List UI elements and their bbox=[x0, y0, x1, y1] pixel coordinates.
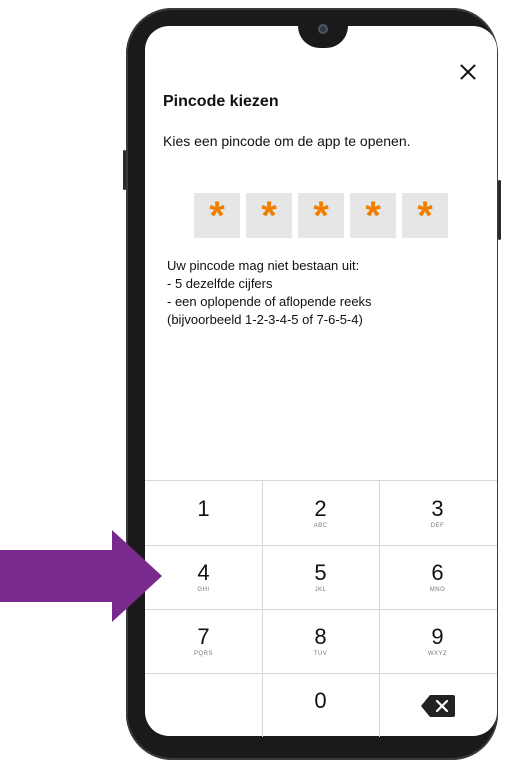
key-letters: PQRS bbox=[193, 650, 213, 657]
pin-rules: Uw pincode mag niet bestaan uit: - 5 dez… bbox=[167, 257, 372, 329]
key-number: 4 bbox=[197, 559, 210, 585]
pin-digit-2: * bbox=[246, 193, 292, 238]
key-number: 2 bbox=[314, 495, 327, 521]
backspace-button[interactable] bbox=[379, 674, 496, 737]
numeric-keypad: 1 2 ABC 3 DEF 4 GHI 5 JKL 6 MNO 7 PQRS 8… bbox=[145, 480, 497, 737]
pin-entry: * * * * * bbox=[194, 193, 448, 238]
pin-digit-5: * bbox=[402, 193, 448, 238]
key-3[interactable]: 3 DEF bbox=[379, 482, 496, 545]
rules-line: Uw pincode mag niet bestaan uit: bbox=[167, 258, 360, 273]
key-letters: GHI bbox=[197, 586, 210, 593]
volume-button bbox=[123, 150, 126, 190]
key-0[interactable]: 0 bbox=[262, 674, 379, 737]
key-number: 8 bbox=[314, 623, 327, 649]
pin-digit-4: * bbox=[350, 193, 396, 238]
key-letters: WXYZ bbox=[427, 650, 448, 657]
rules-line: - een oplopende of aflopende reeks bbox=[167, 294, 372, 309]
key-letters: ABC bbox=[313, 522, 328, 529]
key-4[interactable]: 4 GHI bbox=[145, 546, 262, 609]
pin-digit-1: * bbox=[194, 193, 240, 238]
pointer-arrow-icon bbox=[0, 528, 162, 629]
close-icon[interactable] bbox=[454, 58, 482, 86]
key-letters: MNO bbox=[429, 586, 446, 593]
key-1[interactable]: 1 bbox=[145, 482, 262, 545]
page-description: Kies een pincode om de app te openen. bbox=[163, 133, 411, 149]
key-number: 7 bbox=[197, 623, 210, 649]
key-number: 6 bbox=[431, 559, 444, 585]
key-9[interactable]: 9 WXYZ bbox=[379, 610, 496, 673]
page-title: Pincode kiezen bbox=[163, 93, 279, 110]
key-letters: DEF bbox=[430, 522, 445, 529]
key-letters: TUV bbox=[313, 650, 328, 657]
key-number: 5 bbox=[314, 559, 327, 585]
key-number: 1 bbox=[197, 495, 210, 521]
key-5[interactable]: 5 JKL bbox=[262, 546, 379, 609]
backspace-icon bbox=[420, 694, 456, 718]
key-number: 0 bbox=[314, 687, 327, 713]
key-8[interactable]: 8 TUV bbox=[262, 610, 379, 673]
rules-line: - 5 dezelfde cijfers bbox=[167, 276, 273, 291]
pin-digit-3: * bbox=[298, 193, 344, 238]
front-camera bbox=[318, 24, 328, 34]
key-7[interactable]: 7 PQRS bbox=[145, 610, 262, 673]
key-number: 3 bbox=[431, 495, 444, 521]
key-6[interactable]: 6 MNO bbox=[379, 546, 496, 609]
rules-line: (bijvoorbeeld 1-2-3-4-5 of 7-6-5-4) bbox=[167, 312, 363, 327]
power-button bbox=[498, 180, 501, 240]
key-number: 9 bbox=[431, 623, 444, 649]
key-letters: JKL bbox=[314, 586, 327, 593]
key-2[interactable]: 2 ABC bbox=[262, 482, 379, 545]
